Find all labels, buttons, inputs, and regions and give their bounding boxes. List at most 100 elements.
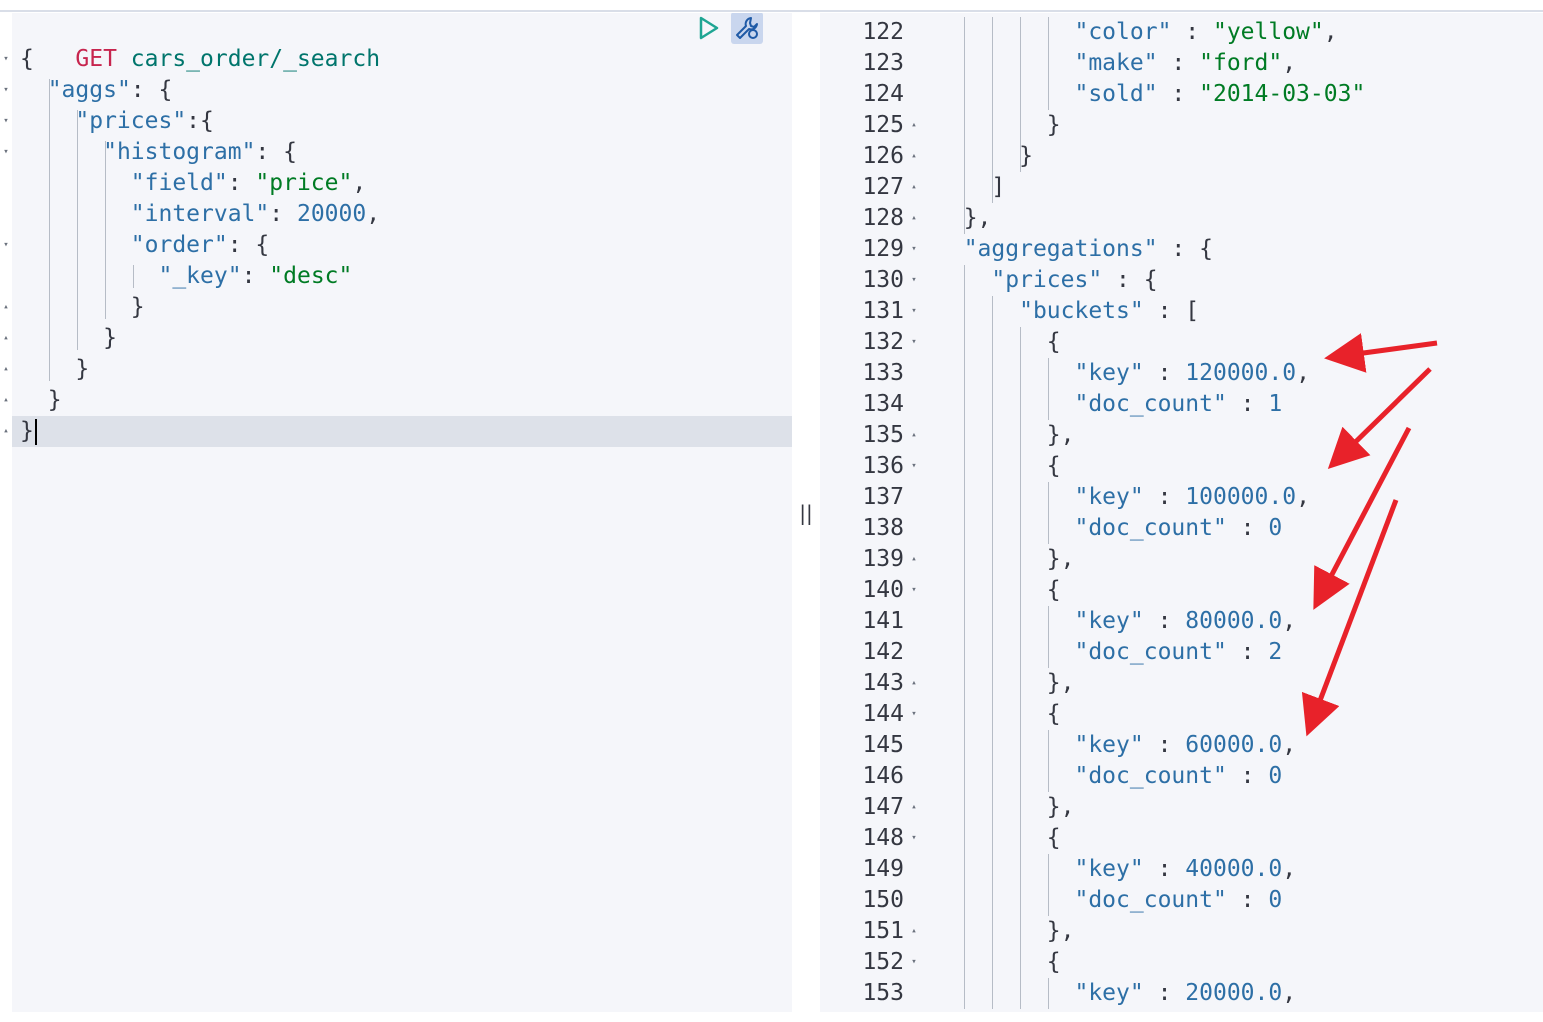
code-token: } (20, 294, 145, 320)
response-code-line: "key" : 80000.0, (936, 606, 1296, 637)
request-code-line[interactable]: { (20, 44, 34, 75)
fold-toggle-icon[interactable]: ▴ (908, 668, 920, 699)
fold-toggle-icon[interactable]: ▴ (908, 916, 920, 947)
bottom-border (0, 1012, 1543, 1022)
fold-toggle-icon[interactable]: ▾ (0, 75, 12, 106)
response-code-line: "aggregations" : { (936, 234, 1213, 265)
fold-toggle-icon[interactable]: ▾ (0, 44, 12, 75)
response-code-line: "doc_count" : 0 (936, 513, 1282, 544)
fold-toggle-icon[interactable]: ▾ (0, 106, 12, 137)
fold-toggle-icon[interactable]: ▴ (908, 792, 920, 823)
top-border (0, 0, 1543, 12)
response-viewer[interactable]: "color" : "yellow", "make" : "ford", "so… (928, 13, 1543, 1012)
request-code-line[interactable]: "aggs": { (20, 75, 173, 106)
indent-guide (49, 79, 50, 381)
code-token: : (1143, 980, 1186, 1006)
code-token: , (1296, 360, 1310, 386)
code-token: "key" (1074, 980, 1144, 1006)
code-token: , (1282, 980, 1297, 1006)
fold-toggle-icon[interactable]: ▾ (0, 137, 12, 168)
code-token: : (227, 170, 256, 196)
request-code-line[interactable]: "field": "price", (20, 168, 366, 199)
code-token: } (936, 143, 1033, 169)
fold-toggle-icon[interactable]: ▴ (908, 172, 920, 203)
line-number: 128 (862, 205, 904, 231)
response-code-line: "sold" : "2014-03-03" (936, 79, 1365, 110)
request-code-line[interactable]: } (20, 354, 89, 385)
response-code-line: }, (936, 792, 1075, 823)
response-code-line: "doc_count" : 0 (936, 761, 1282, 792)
fold-toggle-icon[interactable]: ▾ (908, 296, 920, 327)
fold-toggle-icon[interactable]: ▾ (908, 451, 920, 482)
fold-toggle-icon[interactable]: ▾ (908, 699, 920, 730)
code-token: "_key" (158, 263, 242, 289)
request-editor[interactable]: GET cars_order/_search { "aggs": { "pric… (12, 13, 792, 1012)
fold-toggle-icon[interactable]: ▾ (908, 327, 920, 358)
fold-toggle-icon[interactable]: ▴ (0, 354, 12, 385)
code-token: "2014-03-03" (1199, 81, 1366, 107)
indent-guide (964, 265, 965, 1009)
code-token: "key" (1074, 484, 1144, 510)
settings-button[interactable] (731, 13, 763, 44)
response-code-line: "make" : "ford", (936, 48, 1296, 79)
line-number: 135 (862, 422, 904, 448)
line-number: 136 (862, 453, 904, 479)
fold-toggle-icon[interactable]: ▴ (908, 544, 920, 575)
code-token: : (1143, 732, 1186, 758)
fold-toggle-icon[interactable]: ▴ (908, 141, 920, 172)
fold-toggle-icon[interactable]: ▴ (0, 323, 12, 354)
play-icon[interactable] (697, 15, 721, 41)
request-code-line[interactable]: } (20, 323, 117, 354)
response-gutter: 122 123 124 125 ▴ 126 ▴ 127 ▴ 128 ▴ 129 ▾ 130 ▾ 131 ▾ 132… (820, 13, 928, 1012)
line-number: 131 (862, 298, 904, 324)
fold-toggle-icon[interactable]: ▴ (908, 420, 920, 451)
divider-handle[interactable]: || (799, 498, 813, 528)
code-token: } (20, 356, 90, 382)
code-token: "make" (1074, 50, 1158, 76)
line-number: 130 (862, 267, 904, 293)
fold-toggle-icon[interactable]: ▴ (0, 292, 12, 323)
fold-toggle-icon[interactable]: ▾ (908, 265, 920, 296)
fold-toggle-icon[interactable]: ▾ (908, 823, 920, 854)
code-token: "price" (255, 170, 353, 196)
code-token: 100000.0 (1185, 484, 1297, 510)
line-number: 144 (862, 701, 904, 727)
fold-toggle-icon[interactable]: ▾ (908, 575, 920, 606)
code-token: } (20, 387, 62, 413)
request-code-line[interactable]: } (20, 416, 37, 447)
request-actions (697, 13, 763, 44)
response-code-line: { (936, 451, 1061, 482)
code-token: }, (936, 670, 1075, 696)
response-code-line: "doc_count" : 0 (936, 885, 1282, 916)
code-token: : (1143, 608, 1186, 634)
request-code-line[interactable]: "histogram": { (20, 137, 297, 168)
line-number: 142 (862, 639, 904, 665)
request-line[interactable]: GET cars_order/_search (20, 13, 380, 72)
fold-toggle-icon[interactable]: ▴ (908, 110, 920, 141)
code-token: 60000.0 (1185, 732, 1283, 758)
fold-toggle-icon[interactable]: ▾ (908, 947, 920, 978)
response-code-line: { (936, 947, 1061, 978)
fold-toggle-icon[interactable]: ▾ (0, 230, 12, 261)
request-code-line[interactable]: "interval": 20000, (20, 199, 380, 230)
request-code-line[interactable]: } (20, 385, 62, 416)
fold-toggle-icon[interactable]: ▴ (0, 385, 12, 416)
fold-toggle-icon[interactable]: ▾ (908, 234, 920, 265)
request-code-line[interactable]: } (20, 292, 145, 323)
fold-toggle-icon[interactable]: ▴ (0, 416, 12, 447)
line-number: 122 (862, 19, 904, 45)
code-token: , (1282, 856, 1297, 882)
code-token: : { (130, 77, 173, 103)
code-token: } (936, 112, 1061, 138)
request-code-line[interactable]: "_key": "desc" (20, 261, 352, 292)
response-code-line: ] (936, 172, 1005, 203)
request-code-line[interactable]: "order": { (20, 230, 269, 261)
fold-toggle-icon[interactable]: ▴ (908, 203, 920, 234)
